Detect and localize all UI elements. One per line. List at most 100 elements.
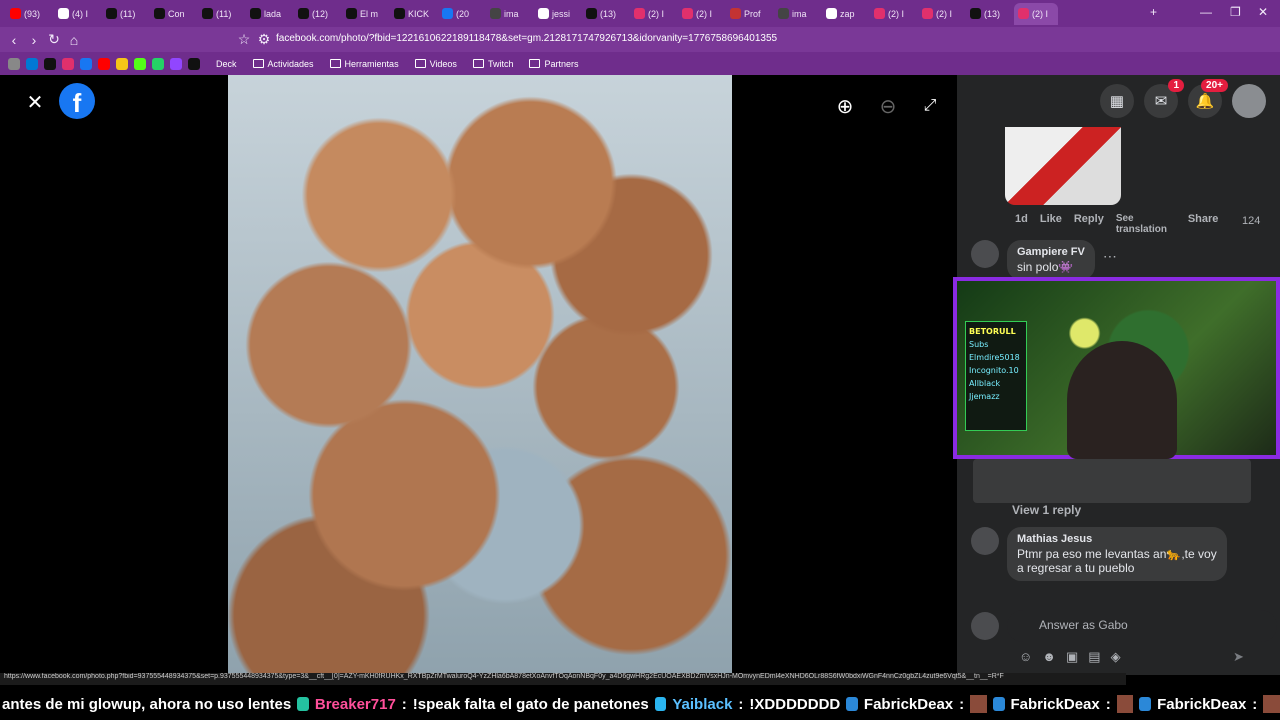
browser-tab[interactable]: (2) I [1014, 2, 1058, 25]
close-icon[interactable]: ✕ [20, 87, 50, 117]
forward-icon[interactable]: › [24, 32, 44, 48]
menu-grid-icon[interactable]: ▦ [1100, 84, 1134, 118]
browser-tab[interactable]: El m [342, 3, 390, 25]
bookmark-icon[interactable] [98, 57, 110, 70]
bookmark-folder-videos[interactable]: Videos [414, 59, 457, 69]
bookmark-icon[interactable] [26, 57, 38, 70]
folder-icon [252, 59, 264, 68]
fullscreen-icon[interactable]: ⤢ [915, 91, 945, 121]
browser-tab[interactable]: (2) I [630, 3, 678, 25]
comment-text: sin polo👾 [1017, 260, 1074, 274]
back-icon[interactable]: ‹ [4, 32, 24, 48]
bookmark-icon[interactable] [188, 57, 200, 70]
bookmark-folder-actividades[interactable]: Actividades [252, 59, 314, 69]
bookmark-folder-deck[interactable]: Deck [216, 59, 237, 69]
minimize-icon[interactable]: — [1200, 5, 1212, 19]
tab-label: (13) [984, 8, 1001, 19]
tab-label: Prof [744, 8, 761, 19]
browser-tab[interactable]: (13) [582, 3, 630, 25]
tab-favicon-icon [442, 8, 453, 19]
bookmark-folder-twitch[interactable]: Twitch [472, 59, 513, 69]
see-translation-link[interactable]: See translation [1116, 213, 1176, 235]
comment-input[interactable]: Answer as Gabo [1007, 610, 1277, 642]
comment: Gampiere FV sin polo👾 ⋯ [971, 240, 1117, 280]
tab-favicon-icon [346, 8, 357, 19]
sticker-icon[interactable]: ◈ [1111, 649, 1121, 665]
send-icon[interactable]: ➤ [1233, 649, 1244, 665]
bookmark-icon[interactable]: ☆ [234, 31, 254, 48]
browser-tab[interactable]: KICK [390, 3, 438, 25]
tab-label: (11) [120, 8, 136, 19]
bookmark-folder-herramientas[interactable]: Herramientas [329, 59, 399, 69]
bookmark-icon[interactable] [170, 57, 182, 70]
bookmark-folder-partners[interactable]: Partners [529, 59, 578, 69]
tab-label: (20 [456, 8, 470, 19]
comment-image-thumbnail[interactable] [1005, 127, 1121, 205]
avatar-sticker-icon[interactable]: ☺ [1019, 649, 1032, 665]
browser-tab[interactable]: Prof [726, 3, 774, 25]
browser-tab[interactable]: (13) [966, 3, 1014, 25]
tab-favicon-icon [250, 8, 261, 19]
bookmark-icon[interactable] [44, 57, 56, 70]
emoji-icon[interactable]: ☻ [1042, 649, 1056, 665]
bookmark-icon[interactable] [62, 57, 74, 70]
avatar[interactable] [1232, 84, 1266, 118]
browser-tab[interactable]: jessi [534, 3, 582, 25]
bookmark-icon[interactable] [134, 57, 146, 70]
browser-tab[interactable]: lada [246, 3, 294, 25]
camera-icon[interactable]: ▣ [1066, 649, 1078, 665]
new-tab-icon[interactable]: + [1150, 5, 1157, 19]
avatar[interactable] [971, 240, 999, 268]
like-button[interactable]: Like [1040, 213, 1062, 235]
reload-icon[interactable]: ↻ [44, 31, 64, 48]
comment-time: 1d [1015, 213, 1028, 225]
facebook-logo[interactable]: f [59, 83, 95, 119]
tab-favicon-icon [106, 8, 117, 19]
browser-tab[interactable]: (11) [102, 3, 150, 25]
tab-favicon-icon [298, 8, 309, 19]
zoom-out-icon[interactable]: ⊖ [873, 91, 903, 121]
apps-icon[interactable] [8, 57, 20, 70]
main-photo [228, 75, 732, 675]
browser-tab-bar: (93) (4) I (11) Con (11) lada (12) El m KICK (20 i… [0, 0, 1280, 27]
browser-tab[interactable]: ima [486, 3, 534, 25]
notifications-bell-icon[interactable]: 🔔 20+ [1188, 79, 1228, 118]
share-button[interactable]: Share [1188, 213, 1219, 235]
reaction-count[interactable]: 124 [1242, 215, 1260, 227]
bookmarks-bar: Deck Actividades Herramientas Videos Twi… [0, 52, 1280, 75]
commenter-name[interactable]: Gampiere FV [1017, 246, 1085, 258]
browser-tab[interactable]: (12) [294, 3, 342, 25]
tab-favicon-icon [154, 8, 165, 19]
browser-tab[interactable]: (20 [438, 3, 486, 25]
restore-icon[interactable]: ❐ [1230, 5, 1241, 19]
tab-favicon-icon [826, 8, 837, 19]
home-icon[interactable]: ⌂ [64, 32, 84, 48]
window-close-icon[interactable]: ✕ [1258, 5, 1268, 19]
browser-tab[interactable]: (93) [6, 3, 54, 25]
gif-icon[interactable]: ▤ [1088, 649, 1100, 665]
bookmark-icon[interactable] [152, 57, 164, 70]
browser-tab[interactable]: (2) I [870, 3, 918, 25]
avatar[interactable] [971, 527, 999, 555]
address-bar: ‹ › ↻ ⌂ ☆ ⚙ facebook.com/photo/?fbid=122… [0, 27, 1280, 52]
messenger-icon[interactable]: ✉ 1 [1144, 79, 1184, 118]
zoom-in-icon[interactable]: ⊕ [830, 91, 860, 121]
reply-button[interactable]: Reply [1074, 213, 1104, 235]
browser-tab[interactable]: (4) I [54, 3, 102, 25]
bookmark-icon[interactable] [80, 57, 92, 70]
commenter-name[interactable]: Mathias Jesus [1017, 533, 1217, 545]
stream-webcam-overlay: BETORULL Subs Elmdire5018 Incognito.10 A… [953, 277, 1280, 459]
site-info-icon[interactable]: ⚙ [254, 31, 274, 48]
ticker-user: Breaker717 [314, 695, 396, 713]
browser-tab[interactable]: (2) I [918, 3, 966, 25]
browser-tab[interactable]: Con [150, 3, 198, 25]
bookmark-icon[interactable] [116, 57, 128, 70]
browser-tab[interactable]: zap [822, 3, 870, 25]
url-field[interactable]: facebook.com/photo/?fbid=122161062218911… [276, 33, 777, 44]
browser-tab[interactable]: (11) [198, 3, 246, 25]
browser-tab[interactable]: ima [774, 3, 822, 25]
chat-emote-icon [1263, 695, 1280, 713]
browser-tab[interactable]: (2) I [678, 3, 726, 25]
more-options-icon[interactable]: ⋯ [1103, 248, 1117, 280]
view-replies-link[interactable]: View 1 reply [1012, 503, 1081, 517]
